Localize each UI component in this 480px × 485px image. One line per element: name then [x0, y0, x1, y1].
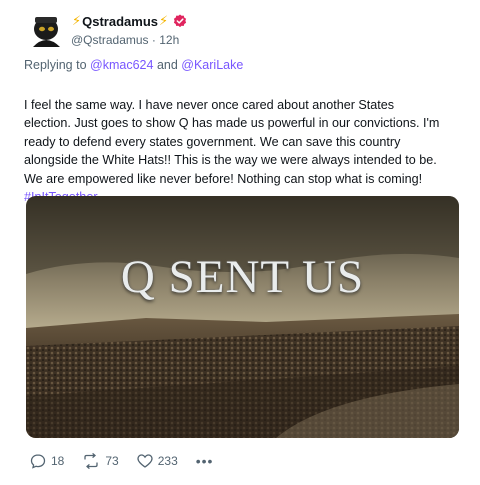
- post-card: ⚡ Qstradamus ⚡ @Qstradamus · 12h Replyin…: [0, 0, 480, 485]
- author-name-row[interactable]: ⚡ Qstradamus ⚡: [71, 12, 187, 30]
- author-handle[interactable]: @Qstradamus: [71, 33, 149, 47]
- mention-link[interactable]: @KariLake: [181, 58, 243, 72]
- meta-separator: ·: [151, 33, 156, 47]
- reply-count: 18: [51, 454, 65, 468]
- post-text: I feel the same way. I have never once c…: [24, 97, 440, 186]
- replying-to: Replying to @kmac624 and @KariLake: [24, 58, 243, 72]
- mention-link[interactable]: @kmac624: [90, 58, 153, 72]
- action-bar: 18 73 233 •••: [30, 453, 213, 469]
- avatar-image: [25, 9, 68, 52]
- post-timestamp[interactable]: 12h: [159, 33, 179, 47]
- author-display-name[interactable]: Qstradamus: [82, 14, 158, 29]
- lightning-bolt-icon: ⚡: [72, 13, 82, 28]
- repost-button[interactable]: 73: [82, 453, 119, 469]
- heart-icon: [137, 454, 153, 468]
- repost-icon: [84, 453, 99, 469]
- verified-badge-icon: [174, 14, 187, 28]
- lightning-bolt-icon: ⚡: [159, 13, 169, 28]
- avatar[interactable]: [25, 9, 68, 52]
- author-meta: @Qstradamus · 12h: [71, 33, 179, 47]
- post-media[interactable]: Q SENT US: [26, 196, 459, 438]
- replying-to-label: Replying to: [24, 58, 87, 72]
- reply-icon: [30, 454, 46, 469]
- like-button[interactable]: 233: [137, 453, 178, 469]
- replying-to-conjunction: and: [156, 58, 178, 72]
- media-overlay-text: Q SENT US: [120, 251, 365, 303]
- like-count: 233: [157, 454, 178, 468]
- reply-button[interactable]: 18: [30, 453, 64, 469]
- more-options-button[interactable]: •••: [196, 453, 214, 469]
- media-image: [26, 196, 459, 438]
- repost-count: 73: [105, 454, 119, 468]
